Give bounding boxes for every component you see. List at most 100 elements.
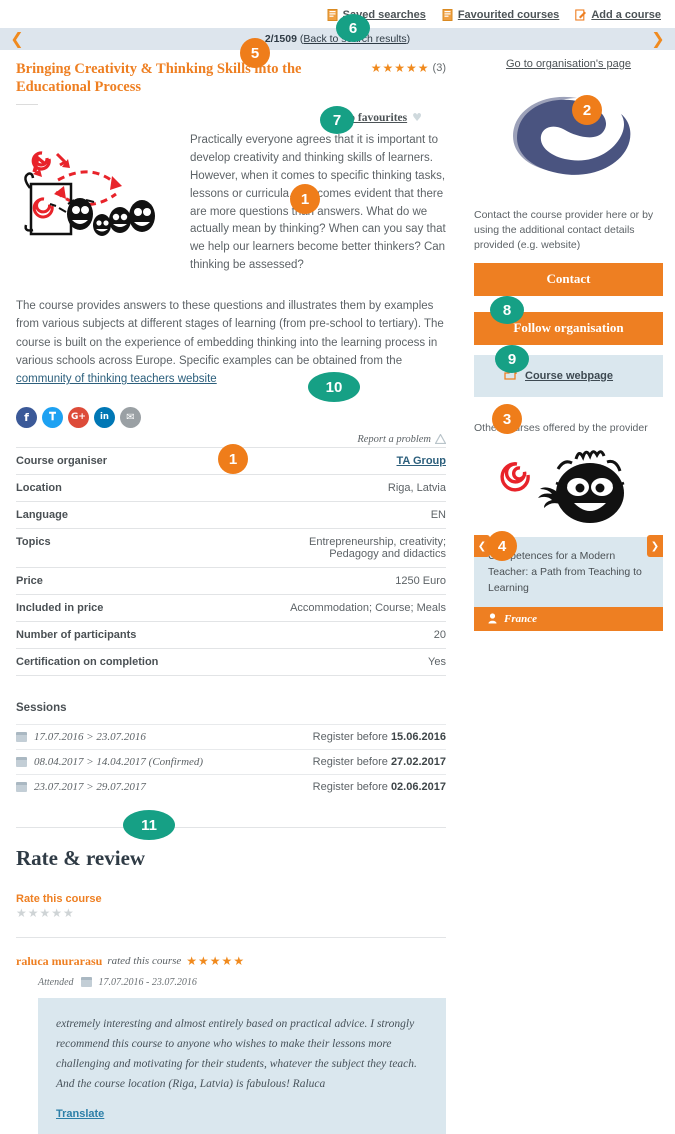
other-course-illustration xyxy=(500,450,624,524)
deadline-date: 02.06.2017 xyxy=(390,780,446,793)
review-verb: rated this course xyxy=(107,955,182,968)
session-dates: 08.04.2017 > 14.04.2017 (Confirmed) xyxy=(34,755,204,768)
go-to-organisation-page-link[interactable]: Go to organisation's page xyxy=(474,58,663,70)
carousel-next-icon[interactable]: ❯ xyxy=(647,535,663,558)
sidebar: Go to organisation's page Contact the co… xyxy=(462,50,675,631)
add-a-course-link[interactable]: Add a course xyxy=(575,9,661,21)
session-row: 17.07.2016 > 23.07.2016 Register before … xyxy=(16,723,446,749)
register-prefix: Register before xyxy=(312,780,391,793)
title-divider xyxy=(16,104,38,106)
course-header: Bringing Creativity & Thinking Skills in… xyxy=(16,60,446,96)
course-webpage-link[interactable]: Course webpage xyxy=(525,370,613,382)
detail-value: 1250 Euro xyxy=(395,574,446,587)
session-row: 08.04.2017 > 14.04.2017 (Confirmed) Regi… xyxy=(16,748,446,774)
carousel-prev-icon[interactable]: ❮ xyxy=(474,535,490,558)
course-description: The course provides answers to these que… xyxy=(16,297,446,389)
calendar-icon xyxy=(16,731,27,742)
contact-note: Contact the course provider here or by u… xyxy=(474,209,654,252)
detail-key: Price xyxy=(16,574,43,587)
saved-searches-link[interactable]: Saved searches xyxy=(327,8,426,21)
linkedin-icon[interactable]: in xyxy=(94,406,115,428)
pager-text: 2/1509 (Back to search results) xyxy=(264,33,411,45)
organisation-logo xyxy=(474,86,663,186)
rate-stars-input[interactable]: ★★★★★ xyxy=(16,907,446,919)
googleplus-icon[interactable]: G+ xyxy=(68,406,89,428)
community-website-link[interactable]: community of thinking teachers website xyxy=(16,373,217,385)
attended-row: Attended 17.07.2016 - 23.07.2016 xyxy=(38,977,446,988)
session-deadline: Register before 02.06.2017 xyxy=(313,781,446,793)
edit-icon xyxy=(575,8,587,21)
back-to-search-results-link[interactable]: Back to search results xyxy=(303,33,406,45)
rating-count: (3) xyxy=(432,62,446,74)
attended-label: Attended xyxy=(38,976,74,988)
course-organiser-link[interactable]: TA Group xyxy=(397,455,447,467)
attended-dates: 17.07.2016 - 23.07.2016 xyxy=(98,976,197,988)
course-description-text: The course provides answers to these que… xyxy=(16,299,444,367)
rate-this-course-label: Rate this course xyxy=(16,892,102,905)
heart-icon[interactable]: ♥ xyxy=(412,111,422,124)
detail-value: 20 xyxy=(433,628,446,641)
calendar-icon xyxy=(80,977,92,988)
detail-key: Course organiser xyxy=(16,454,108,467)
register-prefix: Register before xyxy=(312,730,391,743)
course-illustration xyxy=(24,151,155,237)
contact-button[interactable]: Contact xyxy=(474,262,663,296)
other-course-title: Competences for a Modern Teacher: a Path… xyxy=(474,537,663,607)
detail-key: Included in price xyxy=(16,601,104,614)
saved-search-icon xyxy=(327,8,338,21)
reviewer-name: raluca murarasu xyxy=(16,953,103,968)
sessions-heading: Sessions xyxy=(16,701,67,714)
detail-value: EN xyxy=(430,508,446,521)
email-icon[interactable]: ✉ xyxy=(120,406,141,428)
rating-stars: ★★★★★ xyxy=(370,61,430,75)
table-row: Location Riga, Latvia xyxy=(16,474,446,501)
add-to-favourites-link[interactable]: Add to favourites xyxy=(322,112,408,124)
report-a-problem-link[interactable]: Report a problem xyxy=(357,434,431,445)
chevron-left-icon[interactable]: ❮ xyxy=(4,28,30,50)
top-utility-bar: Saved searches Favourited courses Add a … xyxy=(0,0,675,28)
review-divider xyxy=(16,936,446,938)
chevron-right-icon[interactable]: ❯ xyxy=(645,28,671,50)
facebook-icon[interactable]: f xyxy=(16,406,37,428)
saved-searches-label: Saved searches xyxy=(342,8,426,21)
table-row: Number of participants 20 xyxy=(16,621,446,648)
bookmark-icon xyxy=(442,8,453,21)
add-a-course-label: Add a course xyxy=(591,8,661,21)
course-webpage-box[interactable]: Course webpage xyxy=(474,354,663,397)
report-problem-row: Report a problem xyxy=(16,434,446,445)
other-course-country: France xyxy=(474,606,663,631)
follow-organisation-button[interactable]: Follow organisation xyxy=(474,311,663,345)
table-row: Certification on completion Yes xyxy=(16,648,446,676)
page-title: Bringing Creativity & Thinking Skills in… xyxy=(16,61,302,96)
person-icon xyxy=(488,613,497,624)
calendar-icon xyxy=(16,781,27,792)
table-row: Included in price Accommodation; Course;… xyxy=(16,594,446,621)
detail-key: Number of participants xyxy=(16,628,137,641)
session-deadline: Register before 27.02.2017 xyxy=(313,756,446,768)
detail-value: Yes xyxy=(428,655,446,668)
session-row: 23.07.2017 > 29.07.2017 Register before … xyxy=(16,773,446,799)
session-deadline: Register before 15.06.2016 xyxy=(313,731,446,743)
other-course-image xyxy=(474,445,663,538)
detail-value: Entrepreneurship, creativity; Pedagogy a… xyxy=(309,535,446,560)
twitter-icon[interactable]: 𝐓 xyxy=(42,406,63,428)
course-intro-text: Practically everyone agrees that it is i… xyxy=(190,134,446,271)
organisation-logo-icon xyxy=(512,96,630,175)
translate-link[interactable]: Translate xyxy=(56,1108,104,1120)
page-body: Bringing Creativity & Thinking Skills in… xyxy=(0,50,675,1134)
external-link-icon xyxy=(504,370,517,380)
register-prefix: Register before xyxy=(312,755,391,768)
course-rating: ★★★★★ (3) xyxy=(371,60,446,74)
detail-value: Accommodation; Course; Meals xyxy=(290,601,446,614)
result-pager: ❮ 2/1509 (Back to search results) ❯ xyxy=(0,28,675,50)
table-row: Price 1250 Euro xyxy=(16,567,446,594)
other-course-country-label: France xyxy=(504,612,537,625)
favourited-courses-link[interactable]: Favourited courses xyxy=(442,8,559,21)
warning-triangle-icon xyxy=(435,434,446,445)
detail-key: Certification on completion xyxy=(16,655,159,668)
course-details-table: Course organiser TA Group Location Riga,… xyxy=(16,447,446,676)
detail-key: Topics xyxy=(16,535,51,548)
review-header: raluca murarasu rated this course ★★★★★ xyxy=(16,954,446,969)
other-course-card[interactable]: Competences for a Modern Teacher: a Path… xyxy=(474,445,663,631)
pager-position: 2/1509 xyxy=(264,33,297,45)
